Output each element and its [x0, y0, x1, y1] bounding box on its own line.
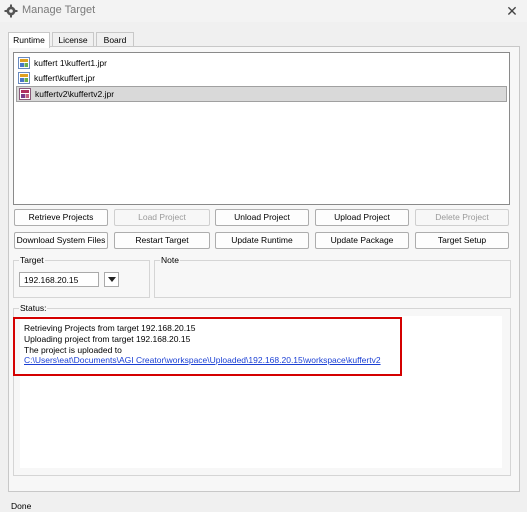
delete-project-button[interactable]: Delete Project — [415, 209, 509, 226]
restart-target-button[interactable]: Restart Target — [114, 232, 210, 249]
retrieve-projects-button[interactable]: Retrieve Projects — [14, 209, 108, 226]
unload-project-button[interactable]: Unload Project — [215, 209, 309, 226]
status-group-label: Status: — [19, 303, 48, 313]
note-group — [154, 260, 511, 298]
project-label: kuffert 1\kuffert1.jpr — [34, 58, 107, 68]
list-item[interactable]: kuffert 1\kuffert1.jpr — [16, 56, 505, 71]
target-setup-button[interactable]: Target Setup — [415, 232, 509, 249]
project-label: kuffert\kuffert.jpr — [34, 73, 96, 83]
chevron-down-icon — [108, 277, 116, 282]
target-group-label: Target — [19, 255, 45, 265]
download-system-files-button[interactable]: Download System Files — [14, 232, 108, 249]
window-title: Manage Target — [22, 4, 96, 16]
note-group-label: Note — [160, 255, 180, 265]
update-package-button[interactable]: Update Package — [315, 232, 409, 249]
app-gear-icon — [4, 4, 18, 18]
target-ip-field[interactable]: 192.168.20.15 — [19, 272, 99, 287]
tab-runtime[interactable]: Runtime — [8, 32, 50, 48]
project-file-icon — [18, 72, 30, 84]
close-button[interactable]: ✕ — [502, 2, 522, 20]
annotation-highlight-box — [13, 317, 402, 376]
update-runtime-button[interactable]: Update Runtime — [215, 232, 309, 249]
load-project-button[interactable]: Load Project — [114, 209, 210, 226]
list-item-selected[interactable]: kuffertv2\kuffertv2.jpr — [16, 86, 507, 102]
status-bar-text: Done — [11, 501, 32, 511]
tab-board[interactable]: Board — [96, 32, 134, 47]
list-item[interactable]: kuffert\kuffert.jpr — [16, 71, 505, 86]
project-file-icon — [19, 88, 31, 100]
project-label: kuffertv2\kuffertv2.jpr — [35, 89, 115, 99]
project-list[interactable]: kuffert 1\kuffert1.jpr kuffert\kuffert.j… — [13, 52, 510, 205]
project-file-icon — [18, 57, 30, 69]
upload-project-button[interactable]: Upload Project — [315, 209, 409, 226]
status-bar — [0, 495, 527, 512]
target-dropdown-button[interactable] — [104, 272, 119, 287]
tab-license[interactable]: License — [52, 32, 94, 47]
